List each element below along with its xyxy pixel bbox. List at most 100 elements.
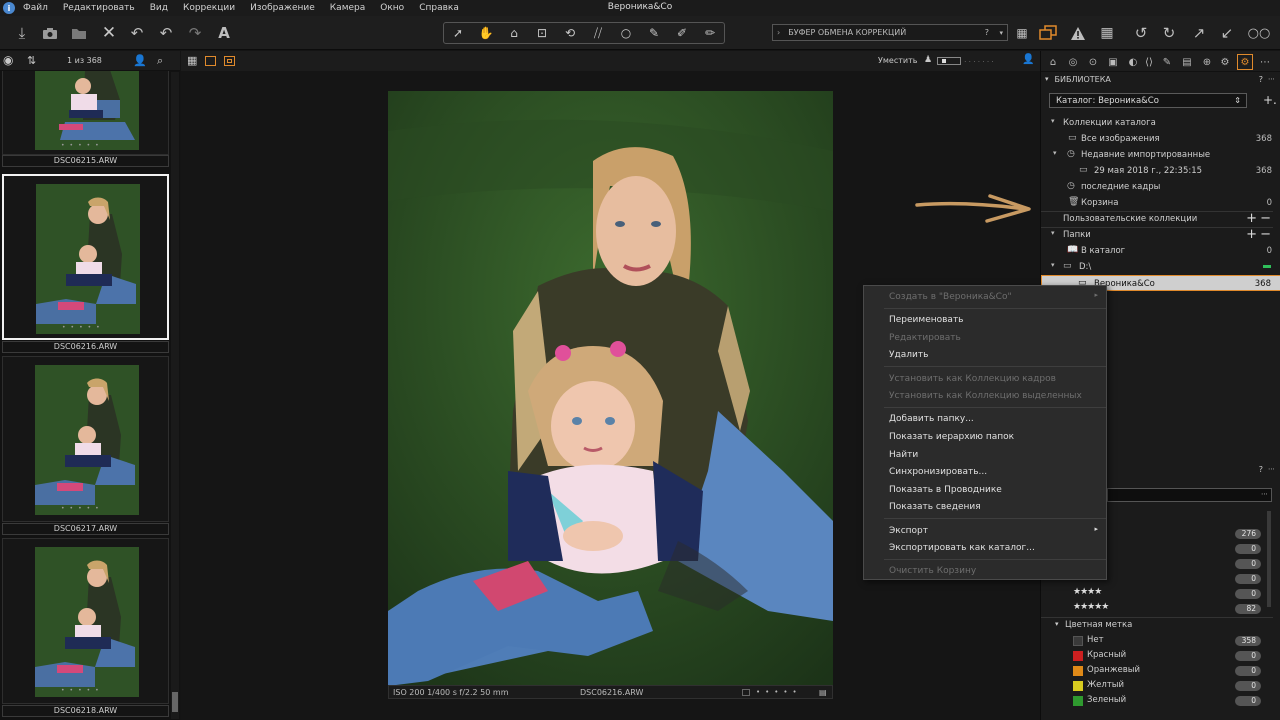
annotation-tool-icon[interactable]: ✏ — [696, 23, 724, 43]
search-menu-icon[interactable]: ⋯ — [1261, 490, 1268, 498]
text-icon[interactable]: A — [212, 22, 236, 44]
chevron-down-icon[interactable]: ▾ — [999, 29, 1003, 37]
remove-icon[interactable]: − — [1260, 227, 1271, 242]
output-tab-icon[interactable]: ⊕ — [1199, 54, 1215, 70]
menu-edit[interactable]: Редактировать — [63, 3, 135, 13]
menu-empty-trash[interactable]: Очистить Корзину — [889, 566, 976, 576]
capture-tab-icon[interactable]: ◎ — [1065, 54, 1081, 70]
adjustments-clipboard[interactable]: › БУФЕР ОБМЕНА КОРРЕКЦИЙ ? ▾ — [772, 24, 1008, 41]
focus-mask-icon[interactable]: ▦ — [1095, 22, 1119, 44]
remove-icon[interactable]: − — [1260, 211, 1271, 226]
loupe-tool-icon[interactable]: ⌂ — [500, 23, 528, 43]
rating-dots[interactable]: ••••• — [61, 505, 104, 512]
library-help[interactable]: ? — [1259, 75, 1263, 84]
menu-synchronize[interactable]: Синхронизировать... — [889, 467, 987, 477]
add-icon[interactable]: + — [1246, 227, 1257, 242]
redo-icon[interactable]: ↷ — [183, 22, 207, 44]
rating-filter-row[interactable]: ★★★★ 0 — [1041, 586, 1280, 601]
collection-trash[interactable]: 🗑 Корзина 0 — [1041, 195, 1280, 211]
menu-export-as-catalog[interactable]: Экспортировать как каталог... — [889, 543, 1035, 553]
collection-import-date[interactable]: ▭ 29 мая 2018 г., 22:35:15 368 — [1041, 163, 1280, 179]
drive-item[interactable]: ▾ ▭ D:\ — [1041, 259, 1280, 275]
add-catalog-icon[interactable]: +. — [1263, 93, 1277, 107]
crop-tool-icon[interactable]: ⊡ — [528, 23, 556, 43]
user-icon[interactable]: 👤 — [133, 54, 147, 67]
single-view-icon[interactable] — [205, 56, 216, 66]
exposure-tab-icon[interactable]: ◐ — [1125, 54, 1141, 70]
menu-show-hierarchy[interactable]: Показать иерархию папок — [889, 432, 1014, 442]
color-filter-row[interactable]: Желтый 0 — [1041, 678, 1280, 693]
menu-edit[interactable]: Редактировать — [889, 333, 961, 343]
menu-image[interactable]: Изображение — [250, 3, 315, 13]
menu-view[interactable]: Вид — [150, 3, 168, 13]
person-icon[interactable]: 👤 — [1022, 54, 1034, 65]
thumbnail-item[interactable]: ••••• DSC06215.ARW — [2, 71, 169, 167]
filter-search-input[interactable]: ⋯ — [1107, 488, 1272, 502]
folder-in-catalog[interactable]: 📖 В каталог 0 — [1041, 243, 1280, 259]
add-icon[interactable]: + — [1246, 211, 1257, 226]
eraser-tool-icon[interactable]: ✐ — [668, 23, 696, 43]
menu-window[interactable]: Окно — [380, 3, 404, 13]
color-filter-row[interactable]: Зеленый 0 — [1041, 693, 1280, 708]
cursor-tool-icon[interactable]: ➚ — [444, 23, 472, 43]
info-logo-icon[interactable]: i — [3, 2, 15, 14]
folders-header[interactable]: ▾ Папки + − — [1041, 227, 1280, 243]
catalog-collections-header[interactable]: ▾ Коллекции каталога — [1041, 115, 1280, 131]
delete-icon[interactable]: ✕ — [97, 22, 121, 44]
thumbnail-item[interactable]: ••••• DSC06217.ARW — [2, 356, 169, 535]
thumbnail-item[interactable]: ••••• DSC06218.ARW — [2, 538, 169, 717]
library-header[interactable]: ▾ БИБЛИОТЕКА ? ⋯ — [1041, 72, 1280, 86]
rating-filter-row[interactable]: ★★★★★ 82 — [1041, 601, 1280, 616]
grid-view-icon[interactable]: ▦ — [1010, 22, 1034, 44]
panel-menu-icon[interactable]: ⋯ — [1268, 75, 1275, 83]
eye-icon[interactable]: ◉ — [3, 53, 13, 67]
scrollbar-thumb[interactable] — [172, 692, 178, 712]
multi-view-icon[interactable] — [1036, 22, 1060, 44]
color-tag-icon[interactable] — [742, 689, 750, 696]
menu-find[interactable]: Найти — [889, 450, 918, 460]
color-filter-row[interactable]: Нет 358 — [1041, 633, 1280, 648]
rating-dots[interactable]: ••••• — [61, 142, 104, 149]
catalog-select[interactable]: Каталог: Вероника&Co ⇕ — [1049, 93, 1247, 108]
thumbnail-item[interactable]: ••••• DSC06216.ARW — [2, 174, 169, 353]
batch-tab-icon[interactable]: ⚙ — [1217, 54, 1233, 70]
settings-tab-icon[interactable]: ⚙ — [1237, 54, 1253, 70]
menu-show-info[interactable]: Показать сведения — [889, 502, 981, 512]
pan-tool-icon[interactable]: ✋ — [472, 23, 500, 43]
grid-layout-icon[interactable]: ▦ — [187, 54, 197, 67]
exposure-warning-icon[interactable] — [1066, 22, 1090, 44]
folder-icon[interactable] — [67, 22, 91, 44]
undo-icon[interactable]: ↶ — [125, 22, 149, 44]
menu-set-capture-collection[interactable]: Установить как Коллекцию кадров — [889, 374, 1056, 384]
color-filter-row[interactable]: Оранжевый 0 — [1041, 663, 1280, 678]
collection-all-images[interactable]: ▭ Все изображения 368 — [1041, 131, 1280, 147]
color-filter-row[interactable]: Красный 0 — [1041, 648, 1280, 663]
menu-add-folder[interactable]: Добавить папку... — [889, 414, 974, 424]
metadata-tab-icon[interactable]: ▤ — [1179, 54, 1195, 70]
info-badge-icon[interactable]: ▤ — [819, 688, 827, 697]
menu-help[interactable]: Справка — [419, 3, 459, 13]
camera-icon[interactable] — [38, 22, 62, 44]
collection-recent-imports[interactable]: ▾ ◷ Недавние импортированные — [1041, 147, 1280, 163]
zoom-slider[interactable] — [937, 57, 961, 65]
library-tab-icon[interactable]: ⌂ — [1045, 54, 1061, 70]
apply-adjust-icon[interactable]: ↙ — [1215, 22, 1239, 44]
rating-dots[interactable]: ••••• — [62, 324, 105, 331]
brush-tool-icon[interactable]: ✎ — [640, 23, 668, 43]
menu-file[interactable]: Файл — [23, 3, 48, 13]
sort-icon[interactable]: ⇅ — [27, 54, 36, 67]
proof-icon[interactable]: ○○ — [1245, 22, 1273, 44]
browser-scrollbar[interactable] — [171, 72, 179, 719]
menu-set-selects-collection[interactable]: Установить как Коллекцию выделенных — [889, 391, 1082, 401]
collection-last-shots[interactable]: ◷ последние кадры — [1041, 179, 1280, 195]
keystone-tool-icon[interactable]: ⧸⧸ — [584, 23, 612, 43]
caption-rating-dots[interactable]: ••••• — [756, 688, 802, 696]
color-tag-header[interactable]: ▾ Цветная метка — [1041, 618, 1280, 633]
menu-create-in[interactable]: Создать в "Вероника&Co" — [889, 292, 1012, 302]
menu-export[interactable]: Экспорт — [889, 526, 928, 536]
spot-tool-icon[interactable]: ○ — [612, 23, 640, 43]
search-icon[interactable]: ⌕ — [157, 54, 163, 68]
compare-view-icon[interactable] — [224, 56, 235, 66]
layers-tab-icon[interactable]: ⟨⟩ — [1141, 54, 1157, 70]
lens-tab-icon[interactable]: ⊙ — [1085, 54, 1101, 70]
